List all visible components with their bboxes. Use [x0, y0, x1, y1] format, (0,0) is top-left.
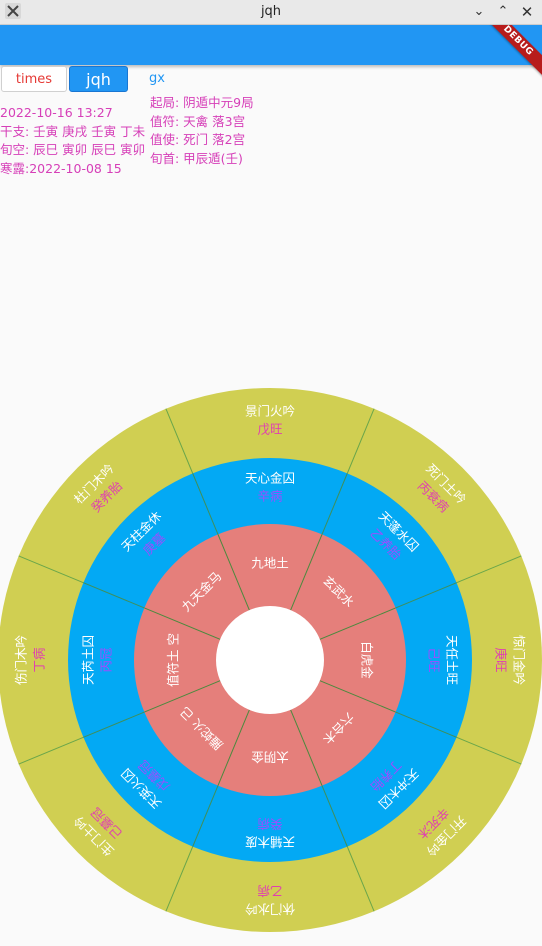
outer-sector-sub-label: 丁病	[32, 647, 47, 672]
window-title: jqh	[260, 4, 282, 19]
inner-sector-label: 太阴金	[251, 750, 289, 765]
middle-sector-sub-label: 丙冠	[99, 647, 114, 673]
tab-jqh[interactable]: jqh	[69, 66, 128, 92]
middle-sector-main-label: 天心金囚	[245, 471, 295, 486]
center-hole	[216, 606, 324, 714]
inner-sector-label: 白虎金	[360, 641, 375, 679]
middle-sector-sub-label: 己旺	[427, 647, 442, 672]
outer-sector-main-label: 惊门金吟	[512, 635, 527, 686]
debug-banner: DEBUG	[482, 25, 542, 85]
maximize-icon[interactable]: ⌃	[493, 2, 513, 22]
info-solar-term: 寒露:2022-10-08 15	[0, 160, 122, 176]
debug-label: DEBUG	[482, 25, 542, 80]
outer-sector-main-label: 景门火吟	[245, 404, 296, 419]
minimize-icon[interactable]: ⌄	[469, 2, 489, 22]
middle-sector-main-label: 天芮土囚	[81, 635, 96, 685]
outer-sector-sub-label: 庚旺	[494, 647, 509, 672]
info-ju: 起局: 阴遁中元9局	[150, 95, 254, 110]
close-icon[interactable]: ✕	[517, 2, 537, 22]
outer-sector-sub-label: 乙病	[257, 884, 282, 899]
middle-sector-sub-label: 癸病	[257, 817, 282, 832]
info-zhifu: 值符: 天禽 落3宫	[150, 113, 246, 129]
tab-times[interactable]: times	[1, 66, 67, 92]
app-bar	[0, 25, 542, 65]
info-zhishi: 值使: 死门 落2宫	[150, 132, 246, 147]
outer-sector-main-label: 伤门木吟	[14, 635, 29, 686]
inner-sector-label: 值符土 空	[166, 633, 181, 687]
info-ganzhi: 干支: 壬寅 庚戌 壬寅 丁未	[0, 123, 146, 139]
info-xunkong: 旬空: 辰巳 寅卯 辰巳 寅卯	[0, 142, 146, 157]
middle-sector-main-label: 天任土旺	[445, 635, 460, 685]
outer-sector-main-label: 休门水吟	[245, 902, 296, 917]
outer-sector-sub-label: 戊旺	[257, 422, 282, 437]
middle-sector-sub-label: 辛病	[257, 489, 282, 504]
info-panel-left: 2022-10-16 13:27 干支: 壬寅 庚戌 壬寅 丁未 旬空: 辰巳 …	[0, 104, 145, 178]
info-xunshou: 旬首: 甲辰遁(壬)	[150, 150, 243, 166]
middle-sector-main-label: 天辅木废	[245, 835, 295, 850]
tab-gx[interactable]: gx	[132, 66, 182, 92]
info-panel-right: 起局: 阴遁中元9局 值符: 天禽 落3宫 值使: 死门 落2宫 旬首: 甲辰遁…	[150, 94, 254, 168]
inner-sector-label: 九地土	[251, 556, 289, 571]
window-titlebar: jqh ⌄ ⌃ ✕	[0, 0, 542, 25]
info-datetime: 2022-10-16 13:27	[0, 105, 113, 120]
qimen-wheel-chart: 景门火吟戊旺死门土吟丙衰病惊门金吟庚旺开门金吟辛死沐休门水吟乙病生门土吟己墓冠伤…	[0, 388, 542, 932]
